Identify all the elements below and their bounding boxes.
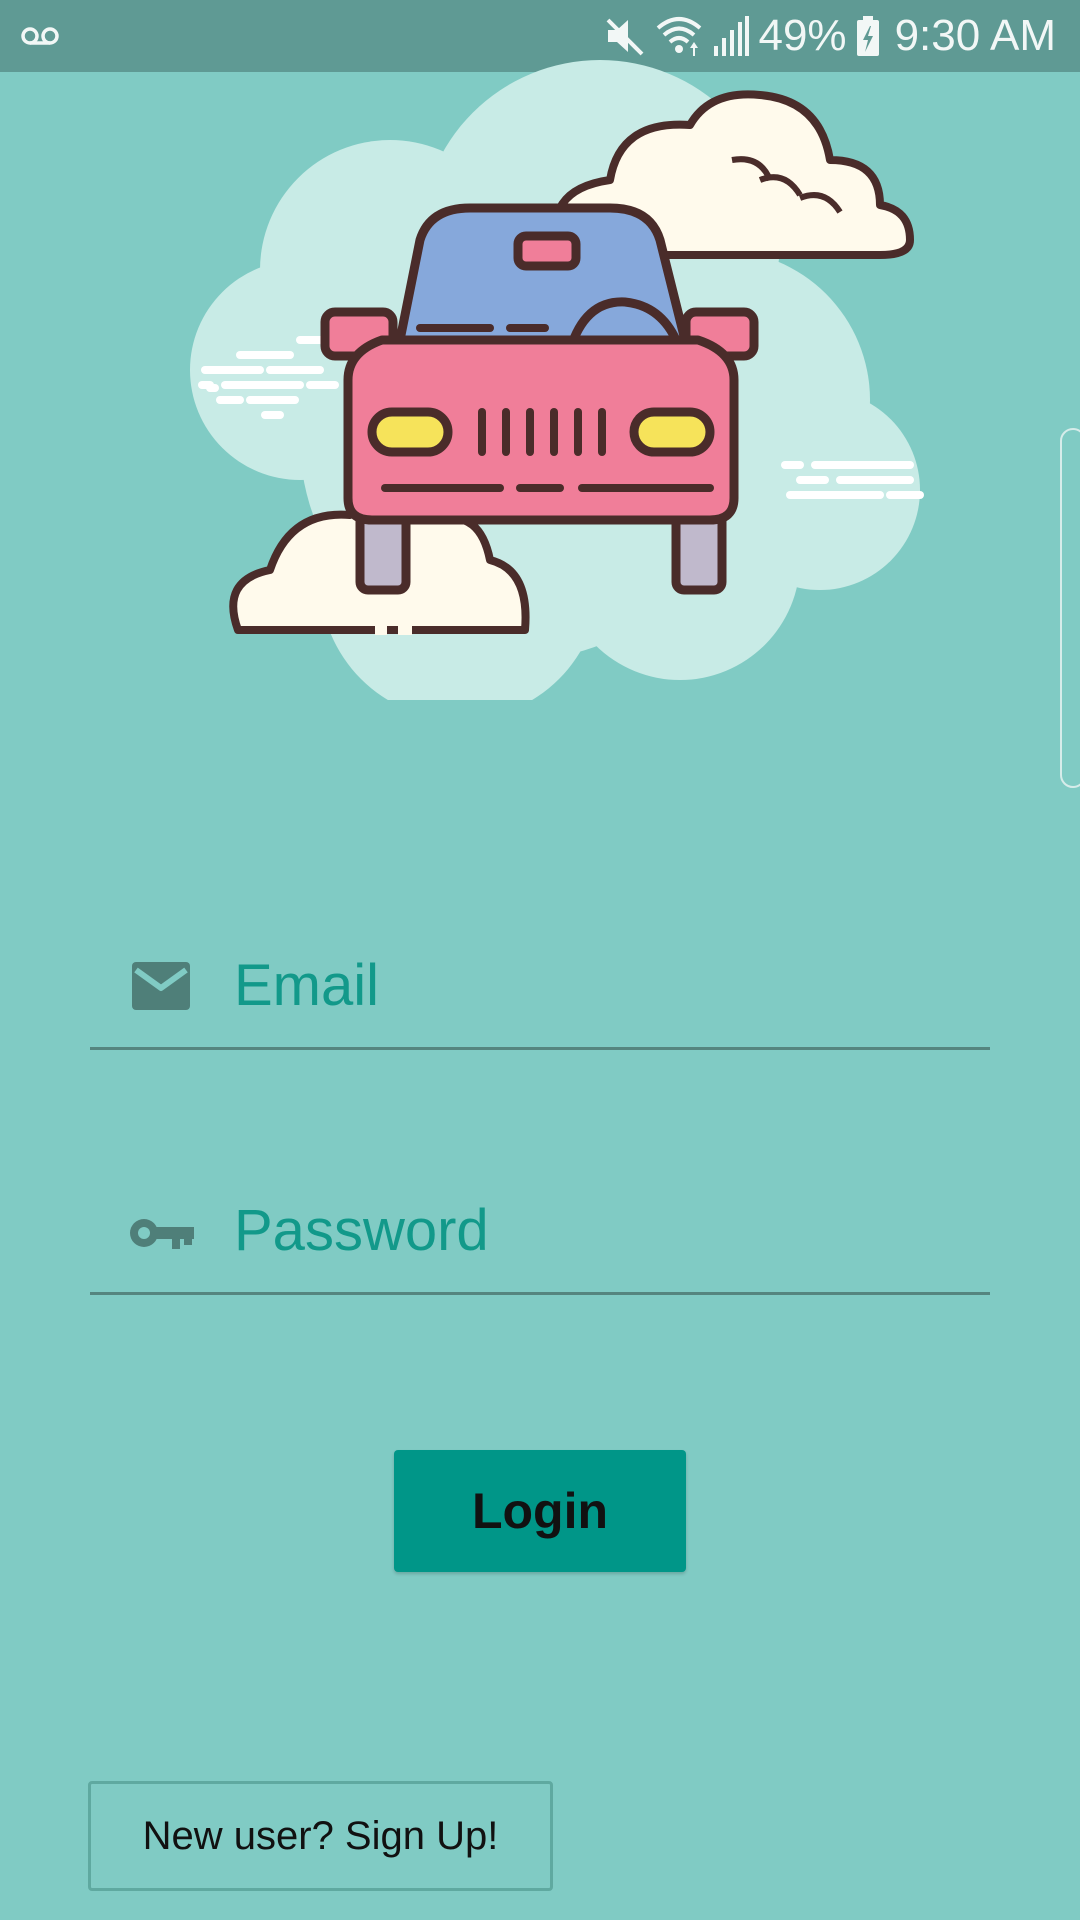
car-in-clouds-illustration	[190, 60, 924, 700]
email-field	[90, 920, 990, 1050]
password-input[interactable]	[234, 1165, 974, 1295]
key-icon	[130, 1219, 194, 1249]
voicemail-icon	[21, 27, 59, 45]
password-underline	[90, 1292, 990, 1295]
password-field	[90, 1165, 990, 1295]
login-screen: 49% 9:30 AM Email Login New user? Sign U…	[0, 0, 1080, 1920]
signup-button[interactable]: New user? Sign Up!	[88, 1781, 553, 1891]
email-underline	[90, 1047, 990, 1050]
mail-icon	[132, 962, 190, 1010]
edge-panel-handle[interactable]	[1060, 428, 1080, 788]
email-input[interactable]	[234, 920, 974, 1050]
login-button[interactable]: Login	[394, 1450, 686, 1572]
